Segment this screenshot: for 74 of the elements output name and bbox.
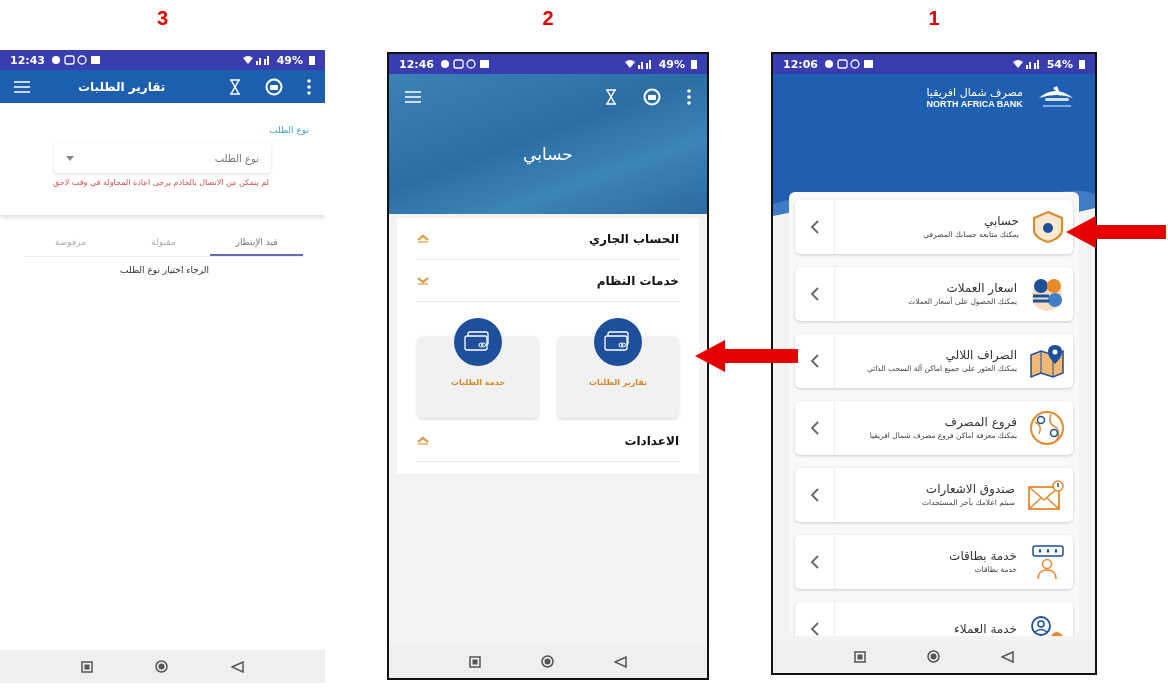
menu-item[interactable]: خدمة العملاء	[795, 602, 1073, 636]
more-icon[interactable]	[307, 78, 311, 95]
back-icon[interactable]	[1001, 650, 1015, 663]
status-tab[interactable]: قيد الإنتظار	[210, 231, 303, 256]
home-icon[interactable]	[541, 655, 554, 668]
signal-icon	[1012, 59, 1041, 69]
section-title: خدمات النظام	[596, 273, 679, 288]
signal-icon	[624, 59, 653, 69]
status-time: 12:06	[783, 57, 818, 71]
tile-label: خدمة الطلبات	[450, 378, 506, 387]
coins-icon	[1029, 276, 1065, 312]
chevron-left-icon	[810, 354, 819, 368]
battery-percent: 49%	[658, 57, 685, 71]
shield-icon	[1031, 210, 1065, 244]
item-title: الصراف اللالي	[944, 348, 1017, 363]
item-title: حسابي	[982, 214, 1019, 229]
field-label: نوع الطلب	[268, 125, 309, 135]
chevron-left-icon	[810, 421, 819, 435]
app-bar-title: تقارير الطلبات	[78, 79, 166, 94]
empty-message: الرجاء اختيار نوع الطلب	[119, 264, 210, 275]
section-header[interactable]: خدمات النظام	[417, 260, 679, 302]
envelope-icon	[1027, 479, 1065, 511]
section-title: الحساب الجاري	[589, 231, 679, 246]
battery-icon	[1079, 59, 1085, 69]
step-number: 3	[156, 6, 169, 31]
back-icon[interactable]	[230, 660, 244, 673]
battery-icon	[309, 55, 315, 65]
step-number: 1	[928, 6, 940, 31]
menu-icon[interactable]	[14, 80, 30, 93]
step-number: 2	[542, 6, 554, 31]
item-title: خدمة العملاء	[953, 622, 1017, 636]
hourglass-icon[interactable]	[229, 78, 241, 95]
item-title: صندوق الاشعارات	[924, 482, 1015, 497]
globe-icon	[1029, 410, 1065, 446]
item-title: خدمة بطاقات	[948, 549, 1017, 564]
dropdown-caret-icon	[66, 155, 74, 161]
chevron-left-icon	[810, 287, 819, 301]
customer-support-icon	[1029, 614, 1065, 636]
home-icon[interactable]	[927, 650, 940, 663]
section-title: الاعدادات	[624, 433, 679, 448]
signal-icon	[242, 55, 271, 65]
menu-icon[interactable]	[405, 91, 421, 103]
status-time: 12:43	[10, 53, 45, 67]
bank-name-arabic: مصرف شمال افريقيا	[926, 85, 1023, 99]
message-icon[interactable]	[265, 77, 283, 96]
chevron-left-icon	[810, 622, 819, 636]
card-icon	[454, 318, 502, 366]
hourglass-icon[interactable]	[605, 89, 617, 105]
error-message: لم يتمكن من الاتصال بالخادم يرجى اعادة المحاولة في وقت لاحق	[52, 178, 269, 188]
chevron-left-icon	[810, 220, 819, 234]
recent-apps-icon[interactable]	[469, 655, 481, 668]
recent-apps-icon[interactable]	[853, 650, 866, 663]
section-header[interactable]: الحساب الجاري	[417, 218, 679, 260]
recent-apps-icon[interactable]	[81, 660, 94, 673]
item-title: اسعار العملات	[945, 281, 1017, 296]
section-header[interactable]: الاعدادات	[417, 420, 679, 462]
back-icon[interactable]	[614, 655, 627, 668]
tile-label: تقارير الطلبات	[588, 378, 648, 387]
battery-percent: 54%	[1046, 57, 1073, 71]
chevron-left-icon	[810, 555, 819, 569]
home-icon[interactable]	[155, 660, 169, 673]
status-time: 12:46	[399, 57, 434, 71]
map-icon	[1029, 343, 1065, 379]
chevron-left-icon	[810, 488, 819, 502]
battery-percent: 49%	[276, 53, 303, 67]
more-icon[interactable]	[687, 89, 691, 105]
bank-name-english: NORTH AFRICA BANK	[926, 98, 1023, 109]
message-icon[interactable]	[643, 88, 661, 106]
battery-icon	[691, 59, 697, 69]
request-type-select[interactable]: نوع الطلب	[54, 143, 271, 173]
item-title: فروع المصرف	[943, 415, 1017, 430]
card-icon	[594, 318, 642, 366]
page-title: حسابي	[522, 144, 574, 164]
rating-person-icon	[1029, 544, 1065, 580]
